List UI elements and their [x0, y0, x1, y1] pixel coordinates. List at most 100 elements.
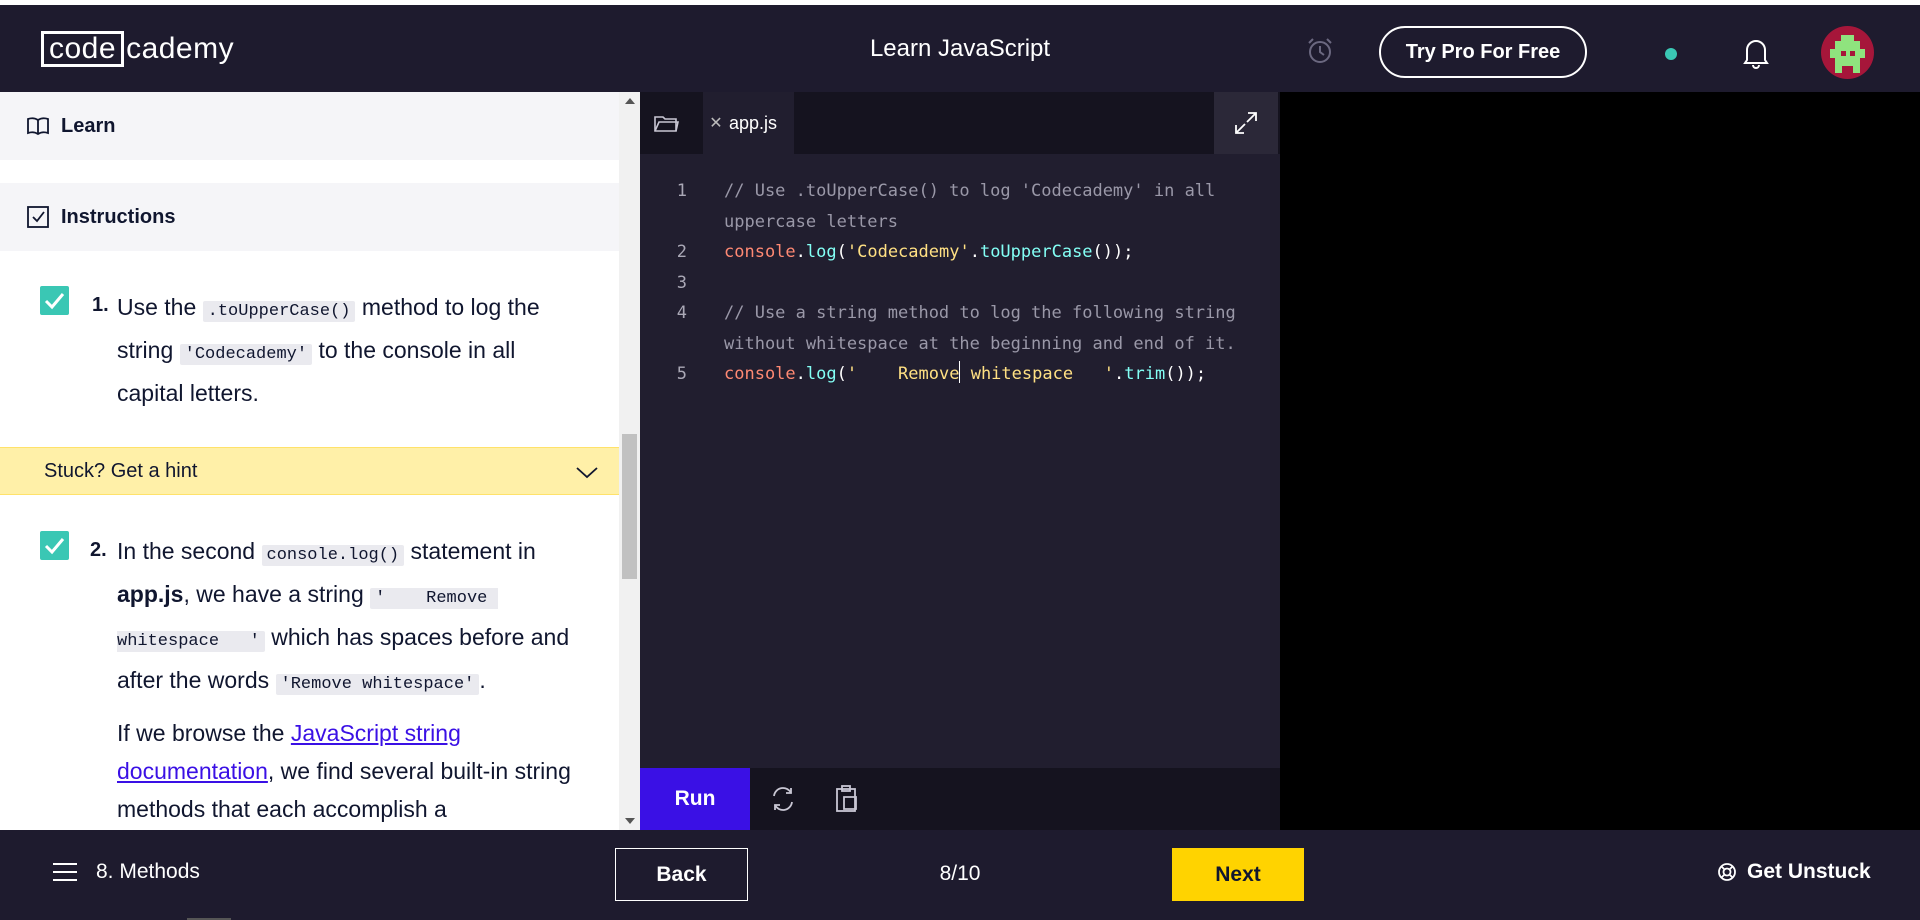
instructions-label: Instructions	[61, 205, 176, 228]
logo-text: cademy	[126, 32, 235, 65]
run-button[interactable]: Run	[640, 768, 750, 830]
instructions-section-header[interactable]: Instructions	[0, 183, 619, 251]
folder-icon[interactable]	[652, 109, 680, 137]
scrollbar-thumb[interactable]	[622, 434, 637, 579]
task-2-text-a: In the second	[117, 538, 262, 564]
scroll-down-arrow-icon[interactable]	[625, 818, 635, 824]
codecademy-logo[interactable]: code cademy	[41, 29, 234, 69]
status-indicator-dot	[1665, 48, 1677, 60]
hint-label: Stuck? Get a hint	[44, 459, 198, 482]
close-icon[interactable]: ✕	[703, 113, 729, 133]
task-2-text: In the second console.log() statement in…	[117, 532, 587, 828]
code-text: console.log('Codecademy'.toUpperCase());	[724, 237, 1134, 268]
run-bar: Run	[640, 768, 1280, 830]
code-token: .	[795, 364, 806, 384]
line-number: 3	[676, 272, 687, 293]
code-token: whitespace '	[960, 364, 1114, 384]
reset-icon[interactable]	[768, 784, 798, 814]
back-button[interactable]: Back	[615, 848, 748, 901]
course-title-container: Learn JavaScript	[0, 35, 1920, 63]
code-token: console	[724, 364, 796, 384]
code-token: .	[795, 242, 806, 262]
code-token: trim	[1124, 364, 1166, 384]
code-token: (	[836, 242, 847, 262]
task-2-text-e: .	[479, 667, 486, 693]
file-name-bold: app.js	[117, 581, 184, 607]
code-text: uppercase letters	[724, 207, 898, 238]
line-number: 5	[676, 364, 687, 384]
code-token: 'Codecademy'	[846, 242, 970, 262]
code-token: toUpperCase	[979, 242, 1093, 262]
code-token: ' Remove	[846, 364, 960, 384]
line-number: 1	[676, 181, 687, 201]
alarm-clock-icon[interactable]	[1304, 35, 1336, 67]
hamburger-menu-icon	[53, 863, 77, 881]
tab-filename: app.js	[729, 112, 778, 133]
code-text: console.log(' Remove whitespace '.trim()…	[724, 359, 1206, 390]
line-number: 2	[676, 242, 687, 262]
code-token: ());	[1092, 242, 1134, 262]
lesson-label: 8. Methods	[96, 860, 200, 883]
output-panel	[1280, 92, 1920, 830]
line-number: 4	[676, 303, 687, 323]
code-line[interactable]: without whitespace at the beginning and …	[640, 329, 1280, 360]
chevron-down-icon	[576, 467, 598, 479]
get-unstuck-button[interactable]: Get Unstuck	[1717, 860, 1871, 884]
task-2-text-b: statement in	[404, 538, 536, 564]
lifebuoy-icon	[1718, 863, 1736, 881]
code-token: log	[805, 364, 837, 384]
clipboard-icon[interactable]	[832, 783, 862, 815]
code-token: // Use a string method to log the follow…	[724, 303, 1236, 323]
lesson-menu-button[interactable]: 8. Methods	[52, 860, 200, 884]
code-token: log	[805, 242, 837, 262]
instructions-panel: Learn Instructions 1. Use the .toUpperCa…	[0, 92, 640, 830]
code-token: .	[1114, 364, 1125, 384]
paragraph-text-a: If we browse the	[117, 720, 291, 746]
code-text: // Use a string method to log the follow…	[724, 298, 1236, 329]
task-2-text-c: , we have a string	[183, 581, 371, 607]
code-editor-panel: ✕ app.js 1 // Use .toUpperCase() to log '…	[640, 92, 1280, 830]
bell-icon[interactable]	[1741, 35, 1771, 69]
code-line[interactable]: 1 // Use .toUpperCase() to log 'Codecadem…	[640, 176, 1280, 207]
top-navigation-bar: code cademy Learn JavaScript Try Pro For …	[0, 0, 1920, 92]
code-line[interactable]: 2 console.log('Codecademy'.toUpperCase())…	[640, 237, 1280, 268]
task-1-text-a: Use the	[117, 294, 203, 320]
tab-app-js[interactable]: ✕ app.js	[703, 92, 794, 154]
task-2-number: 2.	[90, 539, 107, 561]
code-token: uppercase letters	[724, 211, 898, 232]
code-area[interactable]: 1 // Use .toUpperCase() to log 'Codecadem…	[640, 176, 1280, 390]
inline-code: console.log()	[261, 545, 405, 566]
task-1-checkbox[interactable]	[40, 286, 69, 315]
course-title[interactable]: Learn JavaScript	[870, 35, 1050, 62]
task-1-number: 1.	[92, 294, 109, 316]
bottom-navigation-bar: 8. Methods Back 8/10 Next Get Unstuck	[0, 830, 1920, 920]
task-2-checkbox[interactable]	[40, 531, 69, 560]
code-token: (	[836, 364, 847, 384]
instructions-scrollbar[interactable]	[619, 92, 640, 830]
code-line[interactable]: 4 // Use a string method to log the follo…	[640, 298, 1280, 329]
code-token: console	[724, 242, 796, 262]
learn-label: Learn	[61, 114, 116, 137]
code-line[interactable]: 3	[640, 268, 1280, 299]
code-line[interactable]: uppercase letters	[640, 207, 1280, 238]
next-button[interactable]: Next	[1172, 848, 1304, 901]
code-token: .	[969, 242, 980, 262]
hint-toggle[interactable]: Stuck? Get a hint	[0, 447, 619, 495]
expand-icon[interactable]	[1214, 92, 1278, 154]
lesson-progress: 8/10	[939, 862, 981, 885]
learn-section-header[interactable]: Learn	[0, 92, 619, 160]
get-unstuck-label: Get Unstuck	[1747, 860, 1871, 883]
code-token: // Use .toUpperCase() to log 'Codecademy…	[724, 181, 1216, 201]
inline-code: 'Codecademy'	[179, 344, 313, 365]
code-token: without whitespace at the beginning and …	[724, 333, 1236, 354]
inline-code: 'Remove whitespace'	[275, 674, 480, 695]
code-text: without whitespace at the beginning and …	[724, 329, 1236, 360]
scroll-up-arrow-icon[interactable]	[625, 98, 635, 104]
user-avatar[interactable]	[1821, 26, 1874, 79]
code-text: // Use .toUpperCase() to log 'Codecademy…	[724, 176, 1215, 207]
code-token: ());	[1165, 364, 1207, 384]
try-pro-button[interactable]: Try Pro For Free	[1379, 26, 1587, 78]
logo-code-box: code	[41, 31, 125, 67]
checkbox-icon	[27, 206, 49, 228]
code-line[interactable]: 5 console.log(' Remove whitespace '.trim(…	[640, 359, 1280, 390]
